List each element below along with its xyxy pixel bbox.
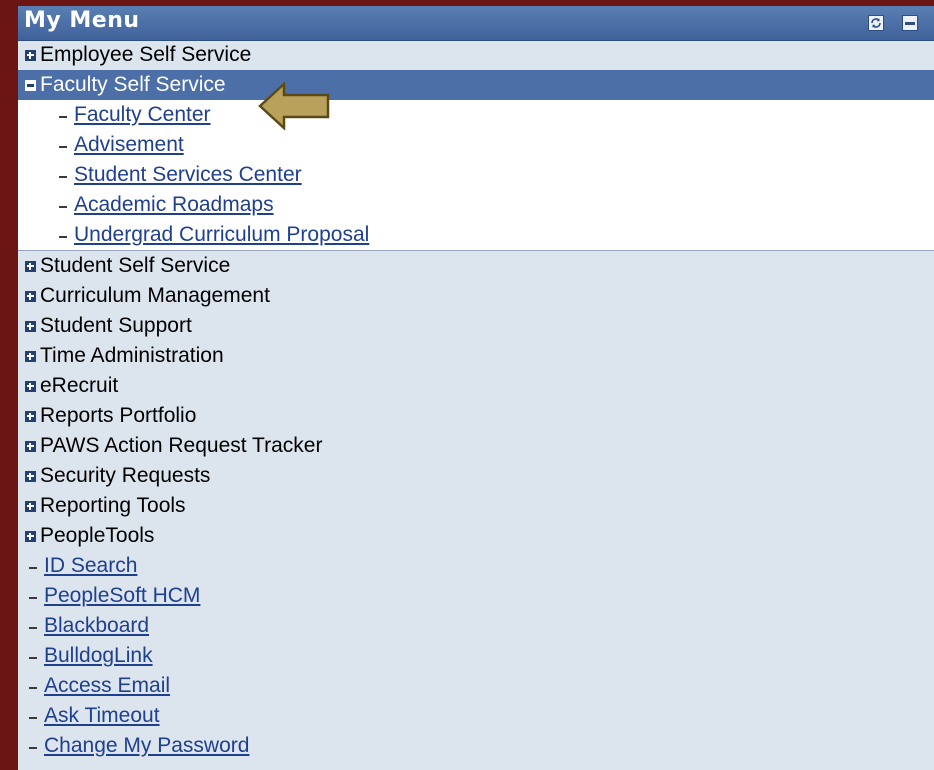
pagelet-header: My Menu — [18, 6, 934, 41]
menu-link[interactable]: Change My Password — [44, 731, 249, 761]
expand-plus-icon[interactable] — [25, 50, 36, 61]
bullet-dash-icon — [59, 236, 67, 238]
bullet-dash-icon — [29, 597, 37, 599]
menu-link-access-email: Access Email — [18, 671, 934, 701]
expand-plus-icon[interactable] — [25, 291, 36, 302]
menu-folder-reports-portfolio[interactable]: Reports Portfolio — [18, 401, 934, 431]
menu-folder-employee-self-service[interactable]: Employee Self Service — [18, 40, 934, 70]
submenu-link[interactable]: Student Services Center — [74, 160, 302, 190]
submenu-item-student-services-center: Student Services Center — [18, 160, 934, 190]
expand-plus-icon[interactable] — [25, 411, 36, 422]
expand-plus-icon[interactable] — [25, 501, 36, 512]
pointer-arrow-icon — [258, 82, 330, 130]
menu-folder-label[interactable]: Curriculum Management — [40, 281, 270, 311]
minimize-icon[interactable] — [902, 15, 918, 31]
bullet-dash-icon — [59, 116, 67, 118]
menu-folder-reporting-tools[interactable]: Reporting Tools — [18, 491, 934, 521]
my-menu-pagelet: My Menu Employee Self Service Faculty Se… — [18, 6, 934, 770]
collapse-minus-icon[interactable] — [25, 80, 36, 91]
menu-folder-time-administration[interactable]: Time Administration — [18, 341, 934, 371]
menu-tree: Employee Self Service Faculty Self Servi… — [18, 40, 934, 761]
bullet-dash-icon — [29, 687, 37, 689]
menu-folder-label[interactable]: Student Self Service — [40, 251, 230, 281]
menu-folder-label[interactable]: Security Requests — [40, 461, 210, 491]
menu-link-change-my-password: Change My Password — [18, 731, 934, 761]
menu-folder-curriculum-management[interactable]: Curriculum Management — [18, 281, 934, 311]
menu-folder-label[interactable]: Reporting Tools — [40, 491, 186, 521]
expand-plus-icon[interactable] — [25, 261, 36, 272]
expand-plus-icon[interactable] — [25, 381, 36, 392]
menu-folder-label[interactable]: Student Support — [40, 311, 192, 341]
expand-plus-icon[interactable] — [25, 531, 36, 542]
menu-folder-student-self-service[interactable]: Student Self Service — [18, 251, 934, 281]
bullet-dash-icon — [29, 567, 37, 569]
menu-folder-label[interactable]: PeopleTools — [40, 521, 154, 551]
submenu-link[interactable]: Undergrad Curriculum Proposal — [74, 220, 369, 250]
menu-folder-paws-action-request-tracker[interactable]: PAWS Action Request Tracker — [18, 431, 934, 461]
menu-folder-label[interactable]: Employee Self Service — [40, 40, 251, 70]
menu-folder-label[interactable]: Time Administration — [40, 341, 224, 371]
bullet-dash-icon — [29, 657, 37, 659]
submenu-item-undergrad-curriculum-proposal: Undergrad Curriculum Proposal — [18, 220, 934, 250]
menu-link-bulldoglink: BulldogLink — [18, 641, 934, 671]
menu-folder-label[interactable]: PAWS Action Request Tracker — [40, 431, 322, 461]
pagelet-title: My Menu — [24, 8, 140, 33]
menu-link[interactable]: BulldogLink — [44, 641, 153, 671]
bullet-dash-icon — [29, 717, 37, 719]
menu-link[interactable]: Blackboard — [44, 611, 149, 641]
menu-link[interactable]: PeopleSoft HCM — [44, 581, 200, 611]
menu-folder-faculty-self-service[interactable]: Faculty Self Service — [18, 70, 934, 100]
menu-folder-label[interactable]: eRecruit — [40, 371, 118, 401]
menu-link-id-search: ID Search — [18, 551, 934, 581]
menu-link[interactable]: Access Email — [44, 671, 170, 701]
bullet-dash-icon — [59, 206, 67, 208]
submenu-link[interactable]: Faculty Center — [74, 100, 211, 130]
menu-folder-security-requests[interactable]: Security Requests — [18, 461, 934, 491]
submenu-item-advisement: Advisement — [18, 130, 934, 160]
menu-link[interactable]: Ask Timeout — [44, 701, 160, 731]
menu-folder-student-support[interactable]: Student Support — [18, 311, 934, 341]
submenu-item-academic-roadmaps: Academic Roadmaps — [18, 190, 934, 220]
bullet-dash-icon — [59, 146, 67, 148]
expand-plus-icon[interactable] — [25, 441, 36, 452]
refresh-icon[interactable] — [868, 15, 884, 31]
menu-folder-peopletools[interactable]: PeopleTools — [18, 521, 934, 551]
menu-folder-label[interactable]: Reports Portfolio — [40, 401, 196, 431]
menu-folder-erecruit[interactable]: eRecruit — [18, 371, 934, 401]
submenu-link[interactable]: Advisement — [74, 130, 184, 160]
bullet-dash-icon — [59, 176, 67, 178]
menu-link-blackboard: Blackboard — [18, 611, 934, 641]
expand-plus-icon[interactable] — [25, 471, 36, 482]
menu-link[interactable]: ID Search — [44, 551, 137, 581]
bullet-dash-icon — [29, 747, 37, 749]
bullet-dash-icon — [29, 627, 37, 629]
expand-plus-icon[interactable] — [25, 321, 36, 332]
expanded-folder-group: Faculty Self Service Faculty Center Advi… — [18, 70, 934, 251]
submenu-item-faculty-center: Faculty Center — [18, 100, 934, 130]
expand-plus-icon[interactable] — [25, 351, 36, 362]
menu-link-peoplesoft-hcm: PeopleSoft HCM — [18, 581, 934, 611]
menu-folder-label[interactable]: Faculty Self Service — [40, 70, 226, 100]
submenu-link[interactable]: Academic Roadmaps — [74, 190, 274, 220]
menu-link-ask-timeout: Ask Timeout — [18, 701, 934, 731]
